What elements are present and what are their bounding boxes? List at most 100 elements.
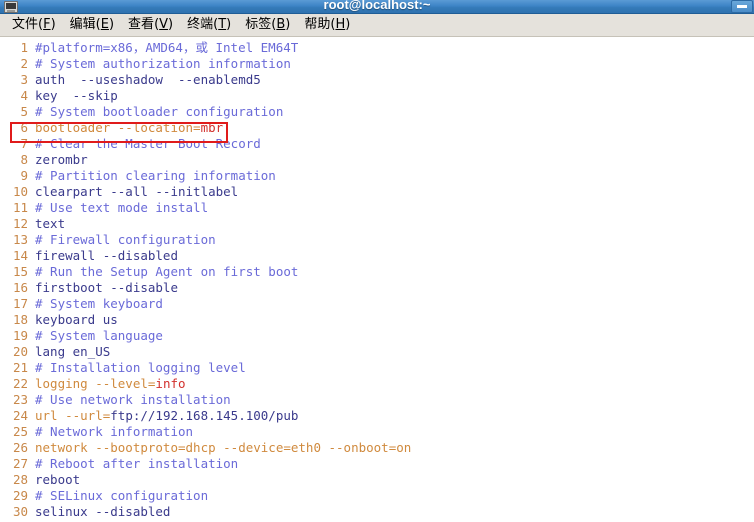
menu-accel-wrap-end: ) bbox=[168, 16, 174, 32]
line-number: 26 bbox=[12, 440, 28, 455]
line-number: 29 bbox=[12, 488, 28, 503]
menu-item-help[interactable]: 帮助(H) bbox=[297, 16, 357, 35]
code-line[interactable]: 12 text bbox=[0, 216, 754, 232]
menu-item-tabs[interactable]: 标签(B) bbox=[238, 16, 297, 35]
code-line[interactable]: 4 key --skip bbox=[0, 88, 754, 104]
code-segment: clearpart --all --initlabel bbox=[35, 184, 239, 199]
code-segment: # Clear the Master Boot Record bbox=[35, 136, 261, 151]
code-line[interactable]: 26 network --bootproto=dhcp --device=eth0… bbox=[0, 440, 754, 456]
code-segment: #platform=x86，AMD64，或 Intel EM64T bbox=[35, 40, 299, 55]
code-segment: keyboard us bbox=[35, 312, 118, 327]
line-text: logging --level=info bbox=[35, 376, 186, 392]
code-line[interactable]: 19 # System language bbox=[0, 328, 754, 344]
code-line[interactable]: 30 selinux --disabled bbox=[0, 504, 754, 520]
code-editor[interactable]: 1 #platform=x86，AMD64，或 Intel EM64T 2 # Sys… bbox=[0, 37, 754, 521]
code-line[interactable]: 16 firstboot --disable bbox=[0, 280, 754, 296]
code-line[interactable]: 14 firewall --disabled bbox=[0, 248, 754, 264]
minimize-button[interactable] bbox=[731, 0, 753, 13]
menu-accel-wrap-end: ) bbox=[285, 16, 291, 32]
code-line[interactable]: 11 # Use text mode install bbox=[0, 200, 754, 216]
line-text: # System bootloader configuration bbox=[35, 104, 283, 120]
line-number: 20 bbox=[12, 344, 28, 359]
code-line-list: 1 #platform=x86，AMD64，或 Intel EM64T 2 # Sys… bbox=[0, 40, 754, 520]
window-title: root@localhost:~ bbox=[323, 0, 431, 12]
menu-accel-wrap-end: ) bbox=[226, 16, 232, 32]
code-line[interactable]: 18 keyboard us bbox=[0, 312, 754, 328]
code-segment: info bbox=[155, 376, 186, 391]
code-segment: # Installation logging level bbox=[35, 360, 246, 375]
code-line[interactable]: 10 clearpart --all --initlabel bbox=[0, 184, 754, 200]
code-segment: url --url= bbox=[35, 408, 111, 423]
code-line[interactable]: 1 #platform=x86，AMD64，或 Intel EM64T bbox=[0, 40, 754, 56]
code-line[interactable]: 9 # Partition clearing information bbox=[0, 168, 754, 184]
line-number: 17 bbox=[12, 296, 28, 311]
code-line[interactable]: 27 # Reboot after installation bbox=[0, 456, 754, 472]
line-text: # Network information bbox=[35, 424, 193, 440]
line-text: # Partition clearing information bbox=[35, 168, 276, 184]
code-segment: # Partition clearing information bbox=[35, 168, 276, 183]
code-line[interactable]: 23 # Use network installation bbox=[0, 392, 754, 408]
code-segment: network --bootproto=dhcp --device=eth0 -… bbox=[35, 440, 412, 455]
line-text: bootloader --location=mbr bbox=[35, 120, 223, 136]
code-segment: text bbox=[35, 216, 66, 231]
line-number: 19 bbox=[12, 328, 28, 343]
line-number: 13 bbox=[12, 232, 28, 247]
code-line[interactable]: 8 zerombr bbox=[0, 152, 754, 168]
window-titlebar[interactable]: root@localhost:~ bbox=[0, 0, 754, 14]
code-line[interactable]: 6 bootloader --location=mbr bbox=[0, 120, 754, 136]
code-line[interactable]: 5 # System bootloader configuration bbox=[0, 104, 754, 120]
line-number: 25 bbox=[12, 424, 28, 439]
line-number: 4 bbox=[20, 88, 28, 103]
code-line[interactable]: 28 reboot bbox=[0, 472, 754, 488]
menu-item-view[interactable]: 查看(V) bbox=[121, 16, 180, 35]
menu-item-edit[interactable]: 编辑(E) bbox=[63, 16, 121, 35]
line-number: 12 bbox=[12, 216, 28, 231]
line-number: 8 bbox=[20, 152, 28, 167]
line-text: keyboard us bbox=[35, 312, 118, 328]
code-line[interactable]: 20 lang en_US bbox=[0, 344, 754, 360]
menu-item-label: 文件 bbox=[12, 16, 39, 32]
line-number: 3 bbox=[20, 72, 28, 87]
code-line[interactable]: 29 # SELinux configuration bbox=[0, 488, 754, 504]
code-line[interactable]: 15 # Run the Setup Agent on first boot bbox=[0, 264, 754, 280]
code-line[interactable]: 3 auth --useshadow --enablemd5 bbox=[0, 72, 754, 88]
line-number: 27 bbox=[12, 456, 28, 471]
menu-item-file[interactable]: 文件(F) bbox=[5, 16, 63, 35]
code-segment: zerombr bbox=[35, 152, 88, 167]
code-line[interactable]: 25 # Network information bbox=[0, 424, 754, 440]
menu-accel-wrap-end: ) bbox=[108, 16, 115, 32]
code-segment: # Use network installation bbox=[35, 392, 231, 407]
menu-item-terminal[interactable]: 终端(T) bbox=[180, 16, 238, 35]
code-segment: firstboot --disable bbox=[35, 280, 178, 295]
code-segment: reboot bbox=[35, 472, 81, 487]
line-text: reboot bbox=[35, 472, 80, 488]
code-segment: auth --useshadow --enablemd5 bbox=[35, 72, 261, 87]
code-line[interactable]: 21 # Installation logging level bbox=[0, 360, 754, 376]
line-text: # System keyboard bbox=[35, 296, 163, 312]
code-segment: # System authorization information bbox=[35, 56, 291, 71]
code-line[interactable]: 17 # System keyboard bbox=[0, 296, 754, 312]
menubar: 文件(F) 编辑(E) 查看(V) 终端(T) 标签(B) 帮助(H) bbox=[0, 14, 754, 37]
minimize-icon bbox=[737, 5, 747, 8]
line-number: 5 bbox=[20, 104, 28, 119]
line-text: url --url=ftp://192.168.145.100/pub bbox=[35, 408, 298, 424]
code-segment: mbr bbox=[200, 120, 224, 135]
code-line[interactable]: 22 logging --level=info bbox=[0, 376, 754, 392]
code-segment: lang en_US bbox=[35, 344, 111, 359]
line-text: key --skip bbox=[35, 88, 118, 104]
code-line[interactable]: 2 # System authorization information bbox=[0, 56, 754, 72]
line-text: network --bootproto=dhcp --device=eth0 -… bbox=[35, 440, 411, 456]
code-segment: key --skip bbox=[35, 88, 118, 103]
line-text: clearpart --all --initlabel bbox=[35, 184, 238, 200]
code-line[interactable]: 13 # Firewall configuration bbox=[0, 232, 754, 248]
code-line[interactable]: 7 # Clear the Master Boot Record bbox=[0, 136, 754, 152]
line-text: selinux --disabled bbox=[35, 504, 170, 520]
code-line[interactable]: 24 url --url=ftp://192.168.145.100/pub bbox=[0, 408, 754, 424]
line-number: 15 bbox=[12, 264, 28, 279]
code-segment: # Network information bbox=[35, 424, 194, 439]
menu-item-label: 帮助 bbox=[304, 16, 331, 32]
line-number: 9 bbox=[20, 168, 28, 183]
line-text: # Run the Setup Agent on first boot bbox=[35, 264, 298, 280]
menu-item-accelerator: T bbox=[218, 16, 227, 32]
line-text: zerombr bbox=[35, 152, 88, 168]
